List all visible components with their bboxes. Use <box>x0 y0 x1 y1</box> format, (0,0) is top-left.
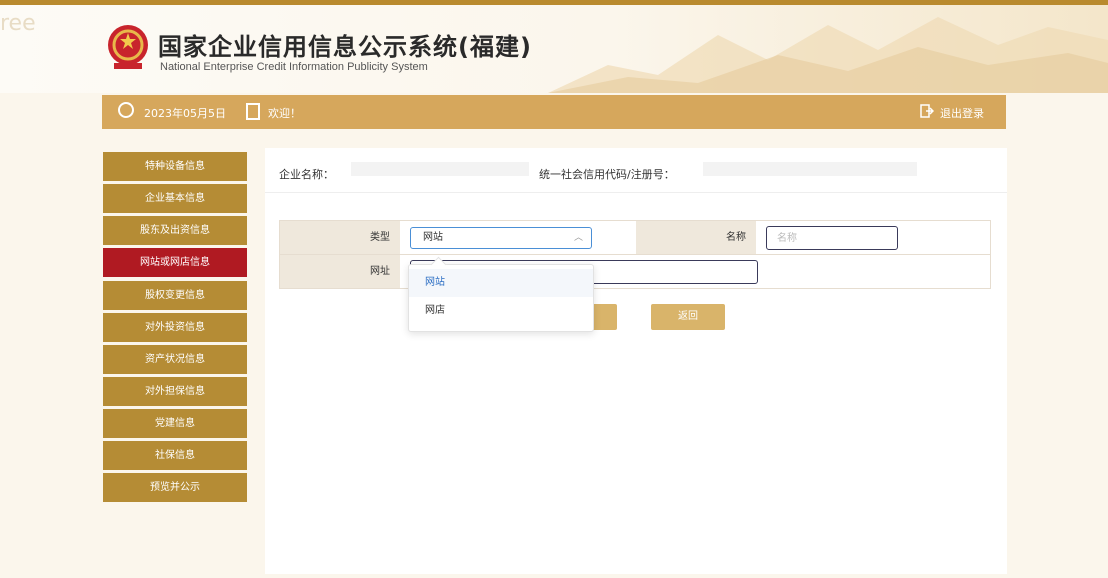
page-root: ree 国家企业信用信息公示系统(福建) National Enterprise… <box>0 0 1108 578</box>
sidebar-item-party[interactable]: 党建信息 <box>103 409 247 438</box>
company-name-label: 企业名称： <box>279 168 334 181</box>
welcome-text: 欢迎！ <box>268 107 301 120</box>
url-label: 网址 <box>280 255 400 288</box>
type-select-value: 网站 <box>423 232 443 243</box>
credit-code-label: 统一社会信用代码/注册号： <box>539 168 675 181</box>
sidebar-item-investment[interactable]: 对外投资信息 <box>103 313 247 342</box>
clock-icon <box>118 102 134 118</box>
type-select[interactable]: 网站 ︿ <box>410 227 592 249</box>
sidebar-item-basic-info[interactable]: 企业基本信息 <box>103 184 247 213</box>
sidebar-item-special-equipment[interactable]: 特种设备信息 <box>103 152 247 181</box>
company-name-redacted <box>351 162 529 176</box>
document-icon <box>246 103 260 120</box>
name-input[interactable] <box>766 226 898 250</box>
sidebar-item-preview[interactable]: 预览并公示 <box>103 473 247 502</box>
type-dropdown-menu: 网站 网店 <box>408 256 594 332</box>
main-panel: 企业名称： 统一社会信用代码/注册号： 类型 名称 网址 网站 ︿ 保存 返回 … <box>265 148 1007 574</box>
logout-icon[interactable] <box>920 104 934 118</box>
website-form: 类型 名称 网址 网站 ︿ <box>279 220 991 289</box>
dropdown-option-website[interactable]: 网站 <box>409 269 593 297</box>
mountains-illustration <box>548 17 1108 93</box>
credit-code-redacted <box>703 162 917 176</box>
name-label: 名称 <box>636 221 756 254</box>
type-label: 类型 <box>280 221 400 254</box>
sidebar-item-assets[interactable]: 资产状况信息 <box>103 345 247 374</box>
chevron-up-icon: ︿ <box>573 233 583 243</box>
dropdown-option-store[interactable]: 网店 <box>409 297 593 325</box>
info-bar: 2023年05月5日 欢迎！ 退出登录 <box>102 95 1006 129</box>
site-title: 国家企业信用信息公示系统(福建) <box>158 33 532 61</box>
back-button[interactable]: 返回 <box>651 304 725 330</box>
logout-link[interactable]: 退出登录 <box>940 105 984 121</box>
watermark-text: ree <box>0 11 36 36</box>
sidebar-item-equity-change[interactable]: 股权变更信息 <box>103 281 247 310</box>
date-text: 2023年05月5日 <box>144 107 226 120</box>
company-info-row: 企业名称： 统一社会信用代码/注册号： <box>265 148 1007 193</box>
sidebar-item-website-store[interactable]: 网站或网店信息 <box>103 248 247 277</box>
site-subtitle: National Enterprise Credit Information P… <box>160 61 428 73</box>
sidebar-item-social-security[interactable]: 社保信息 <box>103 441 247 470</box>
sidebar-item-guarantee[interactable]: 对外担保信息 <box>103 377 247 406</box>
national-emblem-icon <box>108 25 148 69</box>
sidebar-item-shareholders[interactable]: 股东及出资信息 <box>103 216 247 245</box>
site-header: ree 国家企业信用信息公示系统(福建) National Enterprise… <box>0 5 1108 93</box>
form-divider <box>280 254 990 255</box>
